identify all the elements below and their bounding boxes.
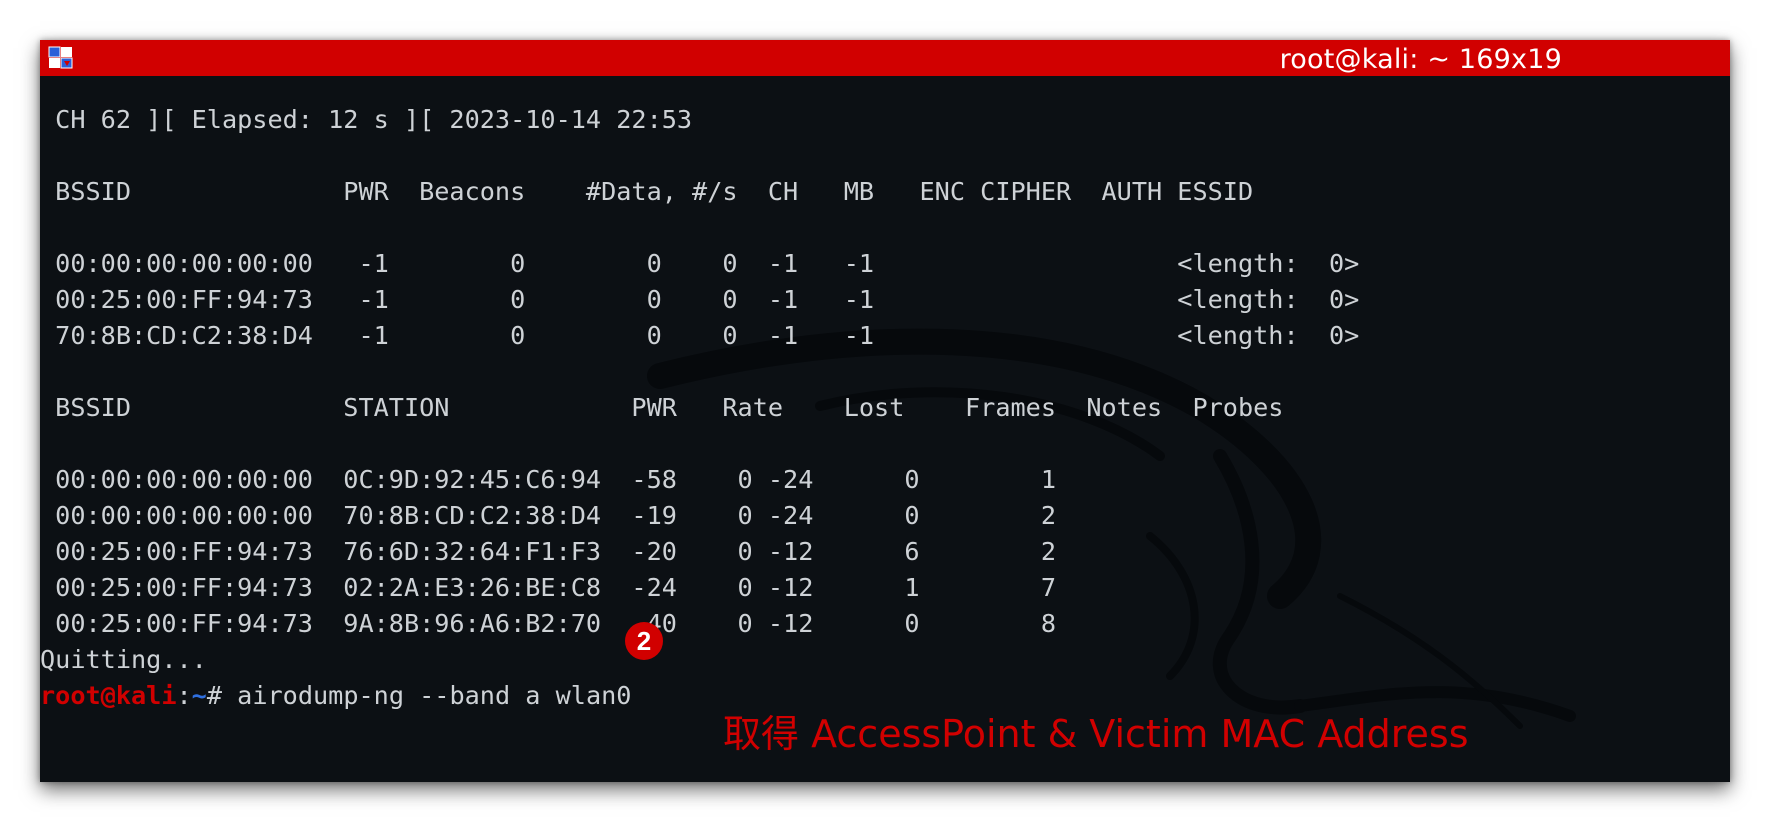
station-table-row: 00:25:00:FF:94:73 76:6D:32:64:F1:F3 -20 … <box>40 537 1056 566</box>
terminal-app-icon[interactable] <box>48 46 74 70</box>
annotation-caption: 取得 AccessPoint & Victim MAC Address <box>723 712 1469 756</box>
prompt-user-host: root@kali <box>40 681 177 710</box>
ap-table-row: 00:00:00:00:00:00 -1 0 0 0 -1 -1 <length… <box>40 249 1360 278</box>
station-table-row: 00:00:00:00:00:00 70:8B:CD:C2:38:D4 -19 … <box>40 501 1056 530</box>
terminal-output[interactable]: CH 62 ][ Elapsed: 12 s ][ 2023-10-14 22:… <box>40 76 1730 782</box>
terminal-window: root@kali: ~ 169x19 CH 62 ][ Elapsed: 12… <box>40 40 1730 782</box>
ap-table-row: 70:8B:CD:C2:38:D4 -1 0 0 0 -1 -1 <length… <box>40 321 1360 350</box>
prompt-path: ~ <box>191 681 207 710</box>
prompt-symbol: # <box>206 681 238 710</box>
station-table-row: 00:25:00:FF:94:73 9A:8B:96:A6:B2:70 -40 … <box>40 609 1056 638</box>
title-bar[interactable]: root@kali: ~ 169x19 <box>40 40 1730 76</box>
station-table-row: 00:00:00:00:00:00 0C:9D:92:45:C6:94 -58 … <box>40 465 1056 494</box>
command-text: airodump-ng --band a wlan0 <box>237 681 632 710</box>
quitting-message: Quitting... <box>40 645 207 674</box>
ap-table-header: BSSID PWR Beacons #Data, #/s CH MB ENC C… <box>40 177 1254 206</box>
station-table-row: 00:25:00:FF:94:73 02:2A:E3:26:BE:C8 -24 … <box>40 573 1056 602</box>
window-title: root@kali: ~ 169x19 <box>1279 44 1562 75</box>
ap-table-row: 00:25:00:FF:94:73 -1 0 0 0 -1 -1 <length… <box>40 285 1360 314</box>
terminal-line: CH 62 ][ Elapsed: 12 s ][ 2023-10-14 22:… <box>40 105 693 134</box>
shell-prompt-line[interactable]: root@kali:~# airodump-ng --band a wlan0 <box>40 678 631 714</box>
prompt-separator: : <box>176 681 192 710</box>
step-number-badge: 2 <box>625 622 663 660</box>
station-table-header: BSSID STATION PWR Rate Lost Frames Notes… <box>40 393 1284 422</box>
